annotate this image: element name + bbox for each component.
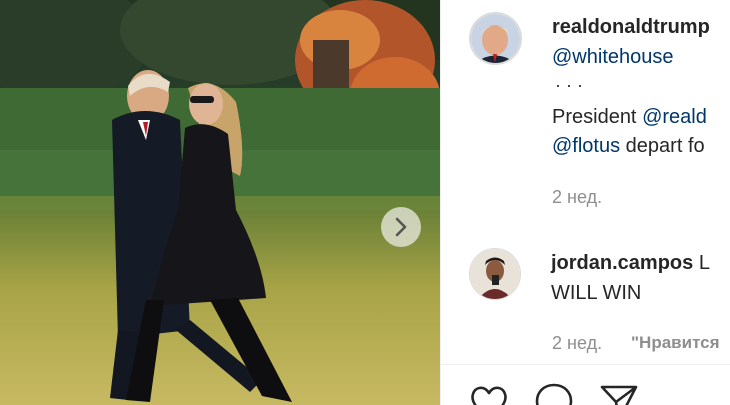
caption-text-rest: depart fo [625, 135, 705, 157]
caption-line-1: President @reald [552, 104, 707, 130]
paper-plane-icon[interactable] [599, 382, 639, 405]
author-avatar[interactable] [469, 12, 522, 65]
caption-text: President [552, 106, 637, 128]
commenter-avatar[interactable] [469, 248, 521, 300]
comment-like-button[interactable]: "Нравится [631, 330, 720, 356]
comment-line-1: jordan.campos L [551, 250, 710, 276]
heart-icon[interactable] [469, 382, 509, 405]
post-image [0, 0, 440, 405]
caption-mention-link[interactable]: @reald [642, 106, 707, 128]
comment-line-2: WILL WIN [551, 282, 642, 304]
comment-icon[interactable] [534, 382, 574, 405]
author-avatar-image [471, 14, 520, 63]
comment-timestamp[interactable]: 2 нед. [552, 330, 602, 356]
caption-line-break-dots: · · · [555, 75, 583, 95]
comment-text-start: L [698, 252, 710, 274]
chevron-right-icon [395, 217, 407, 237]
post-photo[interactable] [0, 0, 440, 405]
next-photo-button[interactable] [381, 207, 421, 247]
caption-mention-flotus-link[interactable]: @flotus [552, 135, 620, 157]
comment-username[interactable]: jordan.campos [551, 252, 693, 274]
post-author-username[interactable]: realdonaldtrump [552, 14, 710, 40]
tagged-account-link[interactable]: @whitehouse [552, 44, 673, 70]
post-details-panel: realdonaldtrump @whitehouse · · · Presid… [440, 0, 730, 405]
actions-divider [441, 364, 730, 365]
caption-line-2: @flotus depart fo [552, 133, 705, 159]
post-timestamp[interactable]: 2 нед. [552, 184, 602, 210]
commenter-avatar-image [470, 249, 520, 299]
